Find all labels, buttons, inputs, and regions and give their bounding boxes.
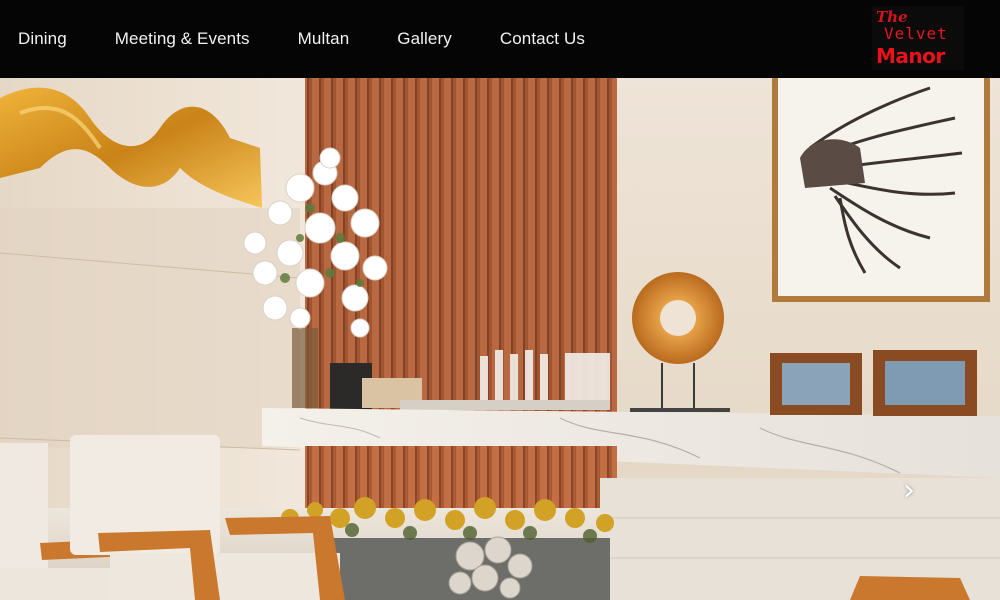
nav-item-contact-us[interactable]: Contact Us bbox=[500, 29, 585, 49]
hero-photo bbox=[0, 78, 1000, 600]
brand-logo[interactable]: The Velvet Manor bbox=[872, 6, 964, 70]
nav-item-dining[interactable]: Dining bbox=[18, 29, 67, 49]
nav-item-multan[interactable]: Multan bbox=[298, 29, 350, 49]
logo-text-velvet: Velvet bbox=[884, 24, 948, 43]
main-menu: Dining Meeting & Events Multan Gallery C… bbox=[0, 0, 633, 78]
chevron-right-icon: › bbox=[903, 473, 915, 508]
top-navigation-bar: Dining Meeting & Events Multan Gallery C… bbox=[0, 0, 1000, 78]
nav-item-gallery[interactable]: Gallery bbox=[397, 29, 452, 49]
carousel-next-button[interactable]: › bbox=[895, 473, 923, 509]
logo-text-manor: Manor bbox=[876, 44, 945, 68]
nav-item-meeting-events[interactable]: Meeting & Events bbox=[115, 29, 250, 49]
hero-image-slider: › bbox=[0, 78, 1000, 600]
